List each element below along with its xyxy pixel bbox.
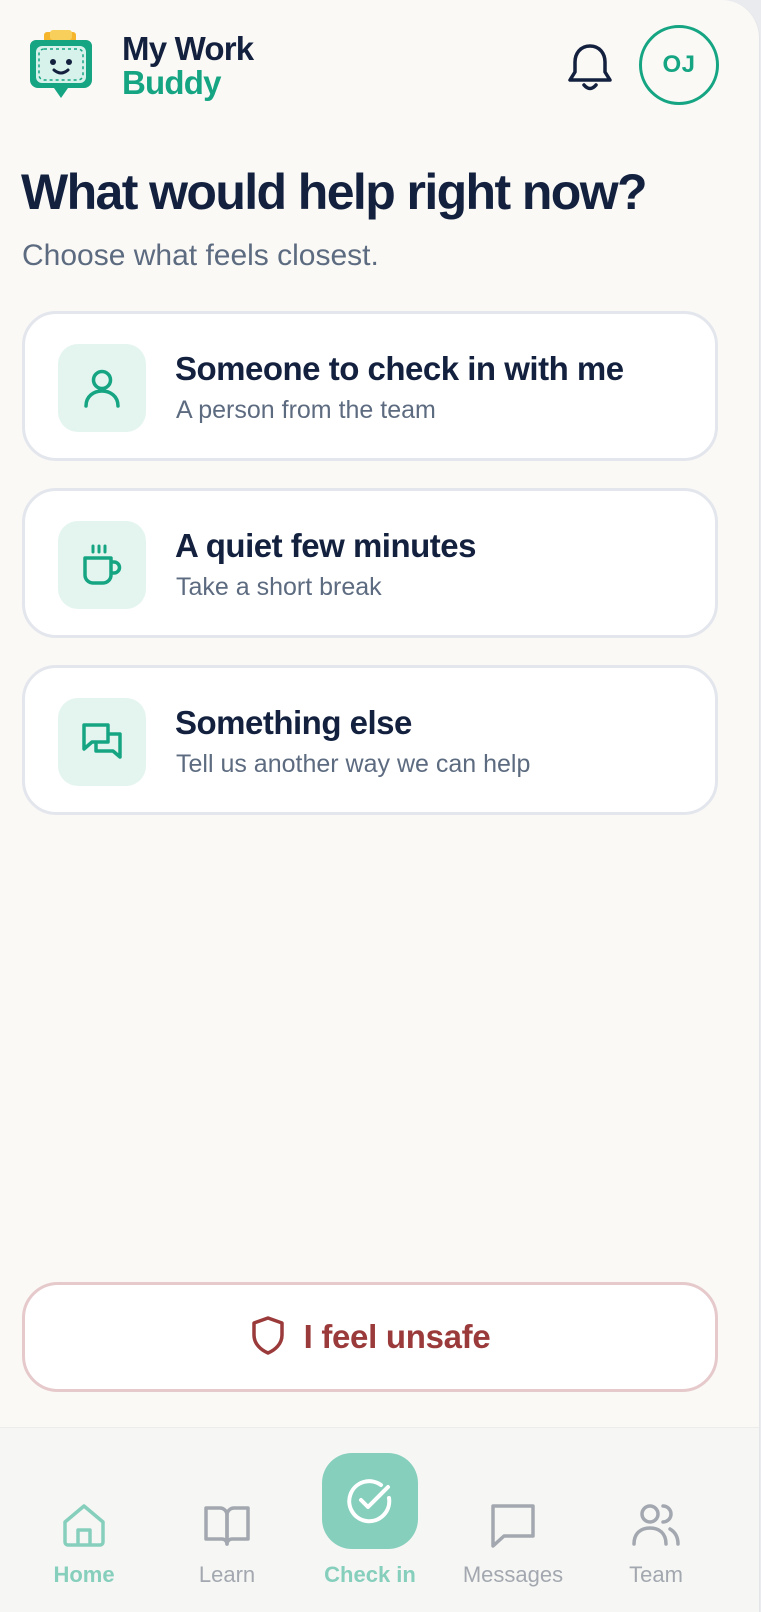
- option-check-in-card[interactable]: Someone to check in with me A person fro…: [22, 311, 718, 461]
- option-quiet-minutes-card[interactable]: A quiet few minutes Take a short break: [22, 488, 718, 638]
- option-something-else-card[interactable]: Something else Tell us another way we ca…: [22, 665, 718, 815]
- option-subtitle: A person from the team: [176, 396, 436, 424]
- nav-item-home[interactable]: Home: [14, 1428, 154, 1612]
- nav-label-messages: Messages: [462, 1562, 564, 1587]
- user-avatar[interactable]: OJ: [639, 25, 719, 105]
- nav-label-learn: Learn: [198, 1562, 256, 1587]
- shield-icon: [250, 1315, 286, 1360]
- nav-item-team[interactable]: Team: [586, 1428, 726, 1612]
- nav-label-team: Team: [629, 1562, 683, 1587]
- feel-unsafe-button[interactable]: I feel unsafe: [22, 1282, 718, 1392]
- option-title: A quiet few minutes: [175, 527, 476, 564]
- brand-name-line2: Buddy: [122, 64, 221, 101]
- bell-icon[interactable]: [565, 40, 615, 94]
- nav-label-check-in: Check in: [324, 1562, 416, 1587]
- bottom-nav: Home Learn Check in Messages Team: [0, 1427, 759, 1612]
- book-icon: [202, 1500, 252, 1550]
- option-subtitle: Tell us another way we can help: [176, 750, 531, 778]
- feel-unsafe-label: I feel unsafe: [303, 1318, 491, 1355]
- brand-wordmark: My Work Buddy: [122, 30, 254, 101]
- option-title: Something else: [175, 704, 412, 741]
- option-title: Someone to check in with me: [175, 350, 624, 387]
- brand-name-line1: My Work: [122, 30, 254, 67]
- nav-item-check-in[interactable]: Check in: [300, 1428, 440, 1612]
- home-icon: [59, 1500, 109, 1550]
- app-header: My Work Buddy OJ: [0, 0, 759, 140]
- app-screen: My Work Buddy OJ What would help right n…: [0, 0, 760, 1612]
- message-icon: [488, 1500, 538, 1550]
- coffee-cup-icon: [58, 521, 146, 609]
- nav-label-home: Home: [53, 1562, 115, 1587]
- check-circle-icon: [322, 1453, 418, 1549]
- team-icon: [631, 1500, 681, 1550]
- chat-bubbles-icon: [58, 698, 146, 786]
- nav-item-messages[interactable]: Messages: [443, 1428, 583, 1612]
- option-subtitle: Take a short break: [176, 573, 382, 601]
- buddy-logo-icon: [30, 30, 92, 102]
- page-title: What would help right now?: [21, 164, 648, 220]
- nav-item-learn[interactable]: Learn: [157, 1428, 297, 1612]
- page-subtitle: Choose what feels closest.: [22, 239, 379, 272]
- person-icon: [58, 344, 146, 432]
